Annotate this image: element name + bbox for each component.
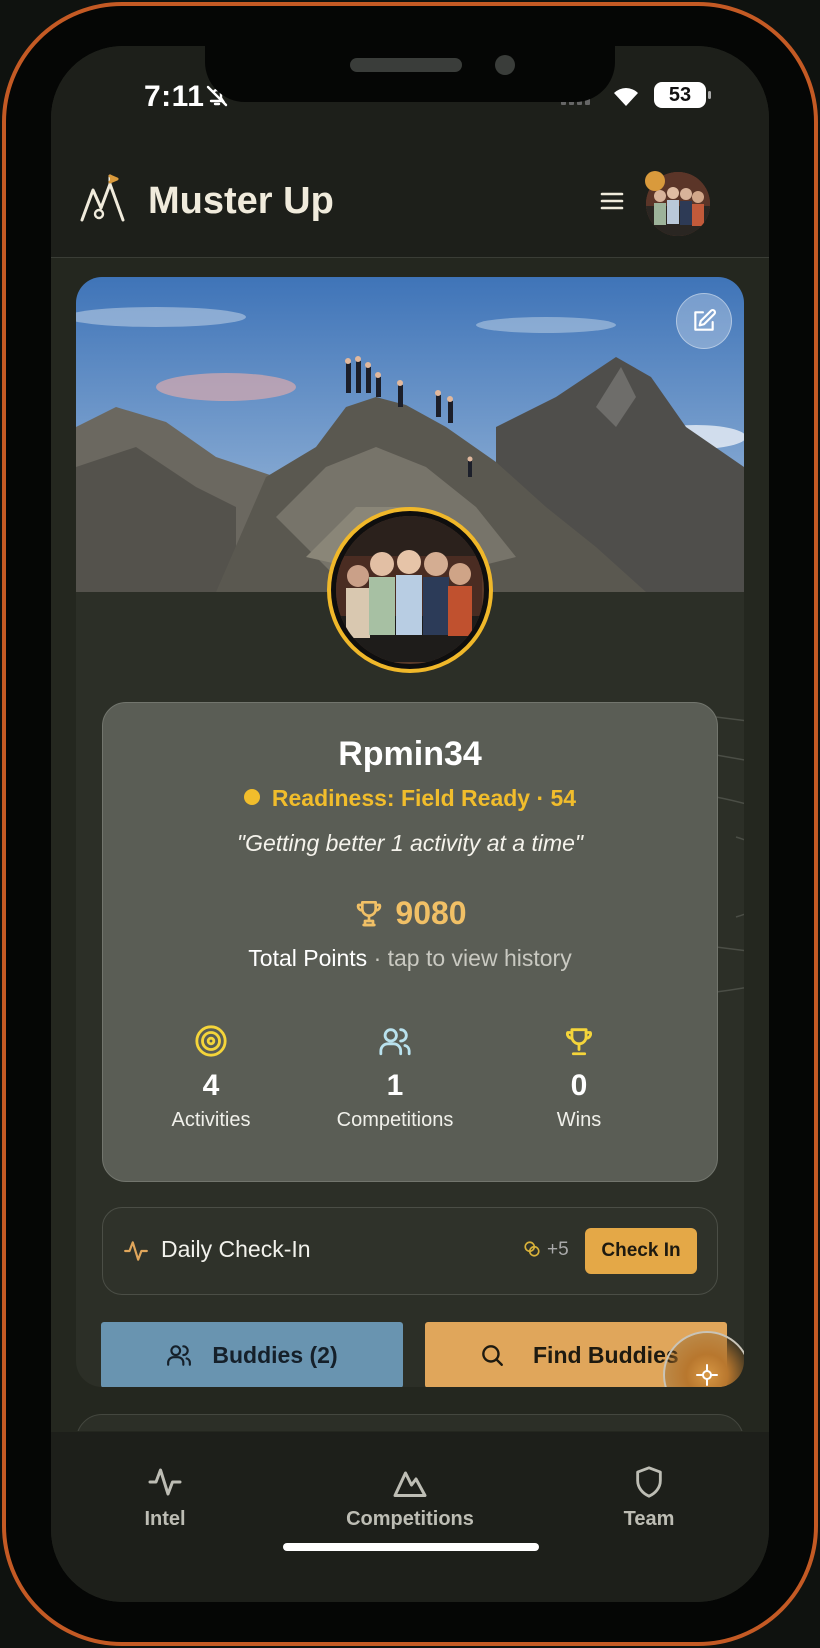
stat-label: Activities [171, 1109, 251, 1131]
status-time: 7:11 [144, 80, 205, 113]
find-buddies-label: Find Buddies [533, 1341, 679, 1368]
screen: 7:11 53 Muster Up Rpmin34 Readiness: Fie… [51, 46, 769, 1602]
profile-motto: "Getting better 1 activity at a time" [236, 830, 584, 856]
edit-cover-button[interactable] [676, 293, 732, 349]
stat-label: Wins [556, 1109, 602, 1131]
stat-label: Competitions [336, 1109, 454, 1131]
activity-icon [148, 1468, 182, 1496]
buddies-button[interactable]: Buddies (2) [101, 1322, 403, 1387]
activity-icon [124, 1241, 148, 1261]
home-indicator [283, 1543, 539, 1551]
points-label-row[interactable]: Total Points · tap to view history [103, 945, 717, 972]
users-icon [167, 1345, 192, 1366]
notification-dot [645, 171, 665, 191]
stat-value: 1 [386, 1069, 404, 1102]
profile-scroll[interactable]: Rpmin34 Readiness: Field Ready · 54 "Get… [51, 259, 769, 1431]
total-points[interactable]: 9080 [103, 895, 717, 932]
battery-icon: 53 [654, 82, 711, 108]
nav-label: Team [623, 1508, 675, 1530]
readiness-dot [243, 789, 260, 805]
trophy-icon [566, 1028, 592, 1056]
points-hint: · tap to view history [367, 945, 572, 971]
profile-avatar[interactable] [327, 507, 493, 673]
stats-card: Rpmin34 Readiness: Field Ready · 54 "Get… [102, 702, 718, 1182]
app-title: Muster Up [148, 180, 334, 222]
target-icon [195, 1025, 227, 1057]
profile-card: Rpmin34 Readiness: Field Ready · 54 "Get… [76, 277, 744, 1387]
trophy-icon [357, 901, 382, 927]
readiness-status: Readiness: Field Ready · 54 [103, 785, 717, 812]
next-card [76, 1414, 744, 1431]
checkin-label: Daily Check-In [161, 1236, 311, 1262]
points-label: Total Points [248, 945, 368, 971]
users-icon [379, 1028, 411, 1056]
stat-value: 4 [202, 1069, 220, 1102]
notch [205, 40, 615, 102]
nav-label: Competitions [346, 1508, 474, 1530]
coins-icon [524, 1241, 540, 1257]
menu-icon[interactable] [599, 190, 625, 212]
checkin-bonus: +5 [547, 1239, 569, 1260]
nav-intel[interactable]: Intel [85, 1462, 245, 1531]
nav-team[interactable]: Team [569, 1462, 729, 1531]
search-icon [482, 1345, 503, 1366]
daily-checkin-card: Daily Check-In +5 Check In [102, 1207, 718, 1295]
decorative-rings [716, 716, 744, 993]
buddies-label: Buddies (2) [212, 1341, 338, 1368]
edit-icon [694, 309, 716, 331]
readiness-label: Readiness: Field Ready · 54 [271, 785, 577, 811]
nav-label: Intel [144, 1508, 186, 1530]
app-header: Muster Up [51, 146, 769, 258]
logo-icon[interactable] [79, 174, 127, 224]
username: Rpmin34 [338, 735, 482, 773]
stat-wins: 0 Wins [479, 1023, 679, 1132]
stat-competitions: 1 Competitions [295, 1023, 495, 1132]
stat-value: 0 [570, 1069, 588, 1102]
crosshair-icon [696, 1364, 718, 1386]
shield-icon [636, 1466, 662, 1498]
bottom-nav: Intel Competitions Team [51, 1432, 769, 1602]
mountain-icon [393, 1471, 427, 1497]
check-in-button[interactable]: Check In [585, 1228, 697, 1274]
nav-competitions[interactable]: Competitions [330, 1462, 490, 1531]
stat-activities: 4 Activities [111, 1023, 311, 1132]
points-value: 9080 [395, 895, 467, 931]
wifi-icon [614, 88, 638, 106]
